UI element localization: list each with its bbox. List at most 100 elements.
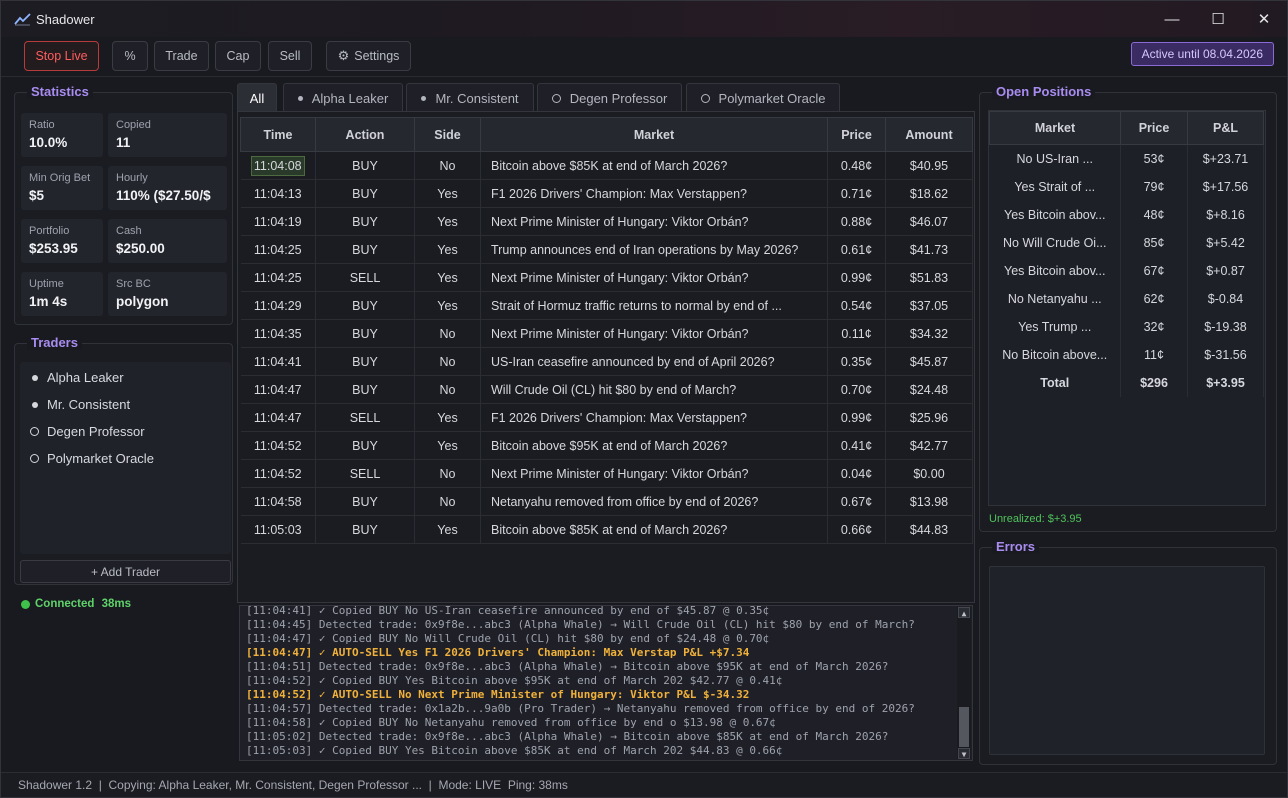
close-button[interactable]: ✕ bbox=[1241, 1, 1287, 37]
column-header[interactable]: Market bbox=[480, 117, 828, 152]
tab-label: Alpha Leaker bbox=[311, 90, 389, 106]
tab-alpha-leaker[interactable]: Alpha Leaker bbox=[283, 83, 403, 112]
cell-market: Next Prime Minister of Hungary: Viktor O… bbox=[480, 207, 828, 236]
cell-price: 0.41¢ bbox=[827, 431, 886, 460]
column-header[interactable]: Side bbox=[414, 117, 481, 152]
cell-price: 79¢ bbox=[1120, 172, 1188, 201]
cell-action: BUY bbox=[315, 319, 415, 348]
table-row[interactable]: 11:04:52 BUY Yes Bitcoin above $95K at end … bbox=[240, 431, 973, 460]
cell-pnl: $+0.87 bbox=[1187, 256, 1264, 285]
stat-value: $253.95 bbox=[29, 241, 78, 256]
cell-price: 0.61¢ bbox=[827, 235, 886, 264]
activity-log[interactable]: [11:04:41] ✓ Copied BUY No US-Iran cease… bbox=[239, 605, 973, 761]
total-label: Total bbox=[989, 368, 1121, 397]
cell-action: BUY bbox=[315, 291, 415, 320]
table-row[interactable]: 11:04:19 BUY Yes Next Prime Minister of Hun… bbox=[240, 207, 973, 236]
cell-side: Yes bbox=[414, 179, 481, 208]
cell-price: 0.99¢ bbox=[827, 403, 886, 432]
table-row[interactable]: Yes Bitcoin abov... 48¢ $+8.16 bbox=[989, 200, 1264, 229]
cell-side: Yes bbox=[414, 263, 481, 292]
unrealized-pnl: Unrealized: $+3.95 bbox=[989, 513, 1082, 525]
cell-amount: $24.48 bbox=[885, 375, 973, 404]
cell-market: No Netanyahu ... bbox=[989, 284, 1121, 313]
stop-live-button[interactable]: Stop Live bbox=[24, 41, 99, 71]
table-row[interactable]: Yes Trump ... 32¢ $-19.38 bbox=[989, 312, 1264, 341]
column-header[interactable]: Action bbox=[315, 117, 415, 152]
minimize-button[interactable]: — bbox=[1149, 1, 1195, 37]
cell-market: Bitcoin above $85K at end of March 2026? bbox=[480, 515, 828, 544]
table-row[interactable]: No Netanyahu ... 62¢ $-0.84 bbox=[989, 284, 1264, 313]
table-row[interactable]: 11:04:29 BUY Yes Strait of Hormuz traffic r… bbox=[240, 291, 973, 320]
cell-side: No bbox=[414, 319, 481, 348]
tab-polymarket-oracle[interactable]: Polymarket Oracle bbox=[686, 83, 840, 112]
table-row[interactable]: Yes Bitcoin abov... 67¢ $+0.87 bbox=[989, 256, 1264, 285]
table-row[interactable]: 11:04:41 BUY No US-Iran ceasefire announced… bbox=[240, 347, 973, 376]
connection-ping: 38ms bbox=[101, 598, 132, 610]
add-trader-button[interactable]: + Add Trader bbox=[20, 560, 231, 583]
log-scrollbar[interactable]: ▲ ▼ bbox=[957, 607, 971, 759]
trade-button[interactable]: Trade bbox=[154, 41, 209, 71]
column-header[interactable]: P&L bbox=[1187, 111, 1264, 145]
column-header[interactable]: Price bbox=[1120, 111, 1188, 145]
log-line: [11:04:58] ✓ Copied BUY No Netanyahu rem… bbox=[246, 716, 776, 729]
cap-button[interactable]: Cap bbox=[215, 41, 261, 71]
open-positions-panel: Open Positions Market Price P&L No US-Ir… bbox=[979, 84, 1277, 532]
cell-side: Yes bbox=[414, 207, 481, 236]
connection-label: Connected bbox=[35, 598, 95, 610]
ring-icon bbox=[30, 427, 39, 436]
table-row[interactable]: 11:04:35 BUY No Next Prime Minister of Hung… bbox=[240, 319, 973, 348]
percent-button[interactable]: % bbox=[112, 41, 148, 71]
errors-title: Errors bbox=[992, 539, 1040, 554]
cell-action: BUY bbox=[315, 515, 415, 544]
table-row[interactable]: Yes Strait of ... 79¢ $+17.56 bbox=[989, 172, 1264, 201]
tab-all[interactable]: All bbox=[237, 83, 277, 112]
cell-market: Yes Trump ... bbox=[989, 312, 1121, 341]
tab-mr-consistent[interactable]: Mr. Consistent bbox=[406, 83, 534, 112]
settings-button[interactable]: ⚙ Settings bbox=[326, 41, 411, 71]
trader-item[interactable]: Polymarket Oracle bbox=[30, 451, 154, 466]
tab-degen-professor[interactable]: Degen Professor bbox=[537, 83, 682, 112]
log-line: [11:04:41] ✓ Copied BUY No US-Iran cease… bbox=[246, 605, 770, 617]
table-row[interactable]: No Bitcoin above... 11¢ $-31.56 bbox=[989, 340, 1264, 369]
open-positions-title: Open Positions bbox=[992, 84, 1096, 99]
stat-uptime: Uptime 1m 4s bbox=[21, 272, 103, 316]
column-header[interactable]: Market bbox=[989, 111, 1121, 145]
table-row[interactable]: 11:04:58 BUY No Netanyahu removed from offi… bbox=[240, 487, 973, 516]
cell-market: Yes Bitcoin abov... bbox=[989, 200, 1121, 229]
cell-price: 0.99¢ bbox=[827, 263, 886, 292]
scroll-thumb[interactable] bbox=[959, 707, 969, 747]
cell-amount: $41.73 bbox=[885, 235, 973, 264]
filled-dot-icon bbox=[421, 95, 427, 101]
cell-amount: $18.62 bbox=[885, 179, 973, 208]
table-row[interactable]: 11:04:13 BUY Yes F1 2026 Drivers' Champion:… bbox=[240, 179, 973, 208]
trader-item[interactable]: Degen Professor bbox=[30, 424, 145, 439]
scroll-down-icon[interactable]: ▼ bbox=[958, 748, 970, 759]
trader-item[interactable]: Alpha Leaker bbox=[30, 370, 124, 385]
table-row[interactable]: 11:04:08 BUY No Bitcoin above $85K at end o… bbox=[240, 151, 973, 180]
trader-item[interactable]: Mr. Consistent bbox=[30, 397, 130, 412]
maximize-button[interactable]: ☐ bbox=[1195, 1, 1241, 37]
table-row[interactable]: 11:04:47 BUY No Will Crude Oil (CL) hit $80… bbox=[240, 375, 973, 404]
sell-button[interactable]: Sell bbox=[268, 41, 312, 71]
filled-dot-icon bbox=[32, 374, 38, 381]
trader-name: Polymarket Oracle bbox=[47, 451, 154, 466]
scroll-up-icon[interactable]: ▲ bbox=[958, 607, 970, 618]
table-row[interactable]: 11:04:25 SELL Yes Next Prime Minister of Hu… bbox=[240, 263, 973, 292]
table-row[interactable]: No US-Iran ... 53¢ $+23.71 bbox=[989, 144, 1264, 173]
column-header[interactable]: Amount bbox=[885, 117, 973, 152]
stat-ratio: Ratio 10.0% bbox=[21, 113, 103, 157]
selected-time: 11:04:08 bbox=[250, 155, 305, 176]
table-row[interactable]: 11:04:52 SELL No Next Prime Minister of Hun… bbox=[240, 459, 973, 488]
table-row[interactable]: 11:04:25 BUY Yes Trump announces end of Ira… bbox=[240, 235, 973, 264]
trader-name: Degen Professor bbox=[47, 424, 145, 439]
cell-market: Strait of Hormuz traffic returns to norm… bbox=[480, 291, 828, 320]
column-header[interactable]: Time bbox=[240, 117, 316, 152]
table-row[interactable]: 11:04:47 SELL Yes F1 2026 Drivers' Champion… bbox=[240, 403, 973, 432]
cell-time: 11:04:19 bbox=[240, 207, 316, 236]
traders-title: Traders bbox=[27, 335, 82, 350]
column-header[interactable]: Price bbox=[827, 117, 886, 152]
table-row[interactable]: No Will Crude Oi... 85¢ $+5.42 bbox=[989, 228, 1264, 257]
table-row[interactable]: 11:05:03 BUY Yes Bitcoin above $85K at end … bbox=[240, 515, 973, 544]
stat-label: Copied bbox=[116, 119, 151, 131]
cell-time: 11:04:52 bbox=[240, 459, 316, 488]
